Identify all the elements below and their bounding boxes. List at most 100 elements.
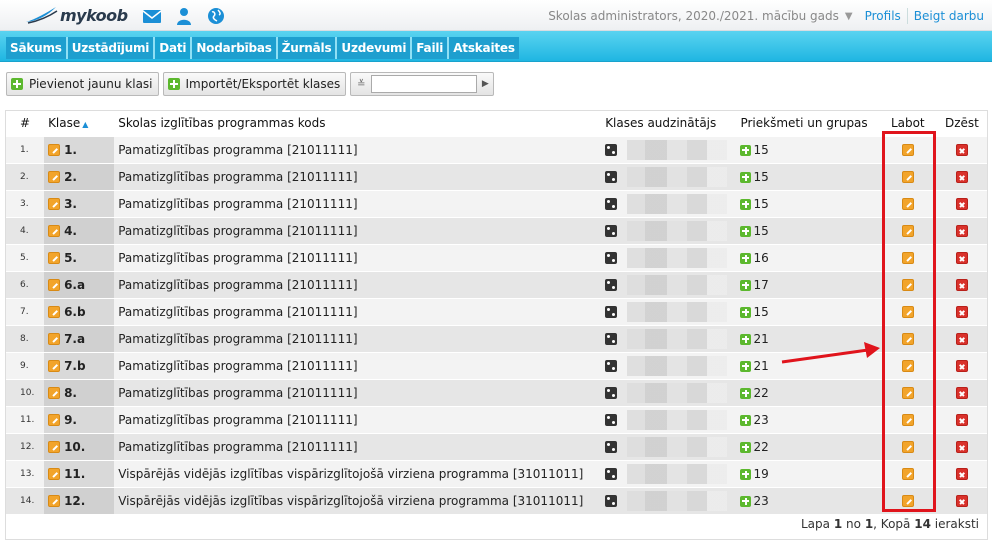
teacher-select-icon[interactable] <box>605 305 618 318</box>
teacher-select-icon[interactable] <box>605 197 618 210</box>
nav-item-uzdevumi[interactable]: Uzdevumi <box>337 37 413 59</box>
nav-item-faili[interactable]: Faili <box>412 37 450 59</box>
delete-icon[interactable] <box>955 468 968 480</box>
edit-icon[interactable] <box>48 198 61 210</box>
class-cell[interactable]: 12. <box>44 486 115 514</box>
teacher-select-icon[interactable] <box>605 413 618 426</box>
add-subject-icon[interactable] <box>740 225 752 237</box>
add-subject-icon[interactable] <box>740 144 752 156</box>
add-class-button[interactable]: Pievienot jaunu klasi <box>6 72 159 96</box>
teacher-select-icon[interactable] <box>605 170 618 183</box>
edit-icon[interactable] <box>48 252 61 264</box>
profile-link[interactable]: Profils <box>865 9 901 23</box>
teacher-select-icon[interactable] <box>605 224 618 237</box>
role-label[interactable]: Skolas administrators, 2020./2021. mācīb… <box>548 9 839 23</box>
delete-icon[interactable] <box>955 387 968 399</box>
edit-icon[interactable] <box>901 387 914 399</box>
teacher-select-icon[interactable] <box>605 359 618 372</box>
edit-icon[interactable] <box>901 360 914 372</box>
teacher-select-icon[interactable] <box>605 143 618 156</box>
class-cell[interactable]: 6.b <box>44 297 115 325</box>
delete-icon[interactable] <box>955 306 968 318</box>
class-cell[interactable]: 9. <box>44 405 115 433</box>
teacher-select-icon[interactable] <box>605 251 618 264</box>
edit-icon[interactable] <box>48 387 61 399</box>
class-cell[interactable]: 8. <box>44 378 115 406</box>
nav-item-nodarbibas[interactable]: Nodarbības <box>192 37 278 59</box>
edit-icon[interactable] <box>901 252 914 264</box>
edit-icon[interactable] <box>48 360 61 372</box>
teacher-select-icon[interactable] <box>605 386 618 399</box>
col-header-klase[interactable]: Klase ▲ <box>44 111 115 136</box>
edit-icon[interactable] <box>901 495 914 508</box>
class-cell[interactable]: 11. <box>44 459 115 487</box>
add-subject-icon[interactable] <box>740 306 752 318</box>
edit-icon[interactable] <box>48 414 61 426</box>
edit-icon[interactable] <box>48 468 61 480</box>
teacher-select-icon[interactable] <box>605 467 618 480</box>
delete-icon[interactable] <box>955 495 968 508</box>
filter-input[interactable] <box>371 75 478 93</box>
delete-icon[interactable] <box>955 171 968 183</box>
logo[interactable]: mykoob <box>24 4 128 26</box>
edit-icon[interactable] <box>48 144 61 156</box>
edit-icon[interactable] <box>48 171 61 183</box>
class-cell[interactable]: 2. <box>44 162 115 190</box>
add-subject-icon[interactable] <box>740 387 752 399</box>
delete-icon[interactable] <box>955 441 968 453</box>
delete-icon[interactable] <box>955 252 968 264</box>
edit-icon[interactable] <box>48 333 61 345</box>
delete-icon[interactable] <box>955 198 968 210</box>
add-subject-icon[interactable] <box>740 198 752 210</box>
add-subject-icon[interactable] <box>740 171 752 183</box>
teacher-select-icon[interactable] <box>605 332 618 345</box>
add-subject-icon[interactable] <box>740 360 752 372</box>
edit-icon[interactable] <box>901 225 914 237</box>
edit-icon[interactable] <box>48 279 61 291</box>
class-cell[interactable]: 5. <box>44 243 115 271</box>
edit-icon[interactable] <box>901 171 914 183</box>
nav-item-uzstadijumi[interactable]: Uzstādījumi <box>67 37 156 59</box>
edit-icon[interactable] <box>901 144 914 156</box>
add-subject-icon[interactable] <box>740 468 752 480</box>
edit-icon[interactable] <box>901 198 914 210</box>
delete-icon[interactable] <box>955 333 968 345</box>
teacher-select-icon[interactable] <box>605 494 618 507</box>
delete-icon[interactable] <box>955 279 968 291</box>
edit-icon[interactable] <box>901 468 914 480</box>
teacher-select-icon[interactable] <box>605 440 618 453</box>
teacher-select-icon[interactable] <box>605 278 618 291</box>
edit-icon[interactable] <box>901 306 914 318</box>
nav-item-sakums[interactable]: Sākums <box>6 37 68 59</box>
edit-icon[interactable] <box>901 441 914 453</box>
nav-item-atskaites[interactable]: Atskaites <box>449 37 519 59</box>
edit-icon[interactable] <box>48 225 61 237</box>
class-cell[interactable]: 1. <box>44 135 115 163</box>
mail-icon[interactable] <box>142 6 162 26</box>
edit-icon[interactable] <box>48 495 61 508</box>
globe-icon[interactable] <box>206 6 226 26</box>
edit-icon[interactable] <box>48 306 61 318</box>
edit-icon[interactable] <box>901 414 914 426</box>
class-cell[interactable]: 7.b <box>44 351 115 379</box>
edit-icon[interactable] <box>48 441 61 453</box>
nav-item-zurnals[interactable]: Žurnāls <box>277 37 338 59</box>
logout-link[interactable]: Beigt darbu <box>914 9 984 23</box>
edit-icon[interactable] <box>901 279 914 291</box>
class-cell[interactable]: 10. <box>44 432 115 460</box>
edit-icon[interactable] <box>901 333 914 345</box>
class-cell[interactable]: 7.a <box>44 324 115 352</box>
add-subject-icon[interactable] <box>740 495 752 507</box>
filter-icon[interactable]: ≚ <box>351 73 371 95</box>
add-subject-icon[interactable] <box>740 279 752 291</box>
nav-item-dati[interactable]: Dati <box>155 37 193 59</box>
play-icon[interactable]: ▶ <box>477 73 493 95</box>
class-cell[interactable]: 3. <box>44 189 115 217</box>
add-subject-icon[interactable] <box>740 333 752 345</box>
delete-icon[interactable] <box>955 225 968 237</box>
col-header-subjects[interactable]: Priekšmeti un grupas <box>736 111 879 136</box>
class-cell[interactable]: 6.a <box>44 270 115 298</box>
col-header-program[interactable]: Skolas izglītības programmas kods <box>114 111 602 136</box>
add-subject-icon[interactable] <box>740 252 752 264</box>
delete-icon[interactable] <box>955 414 968 426</box>
